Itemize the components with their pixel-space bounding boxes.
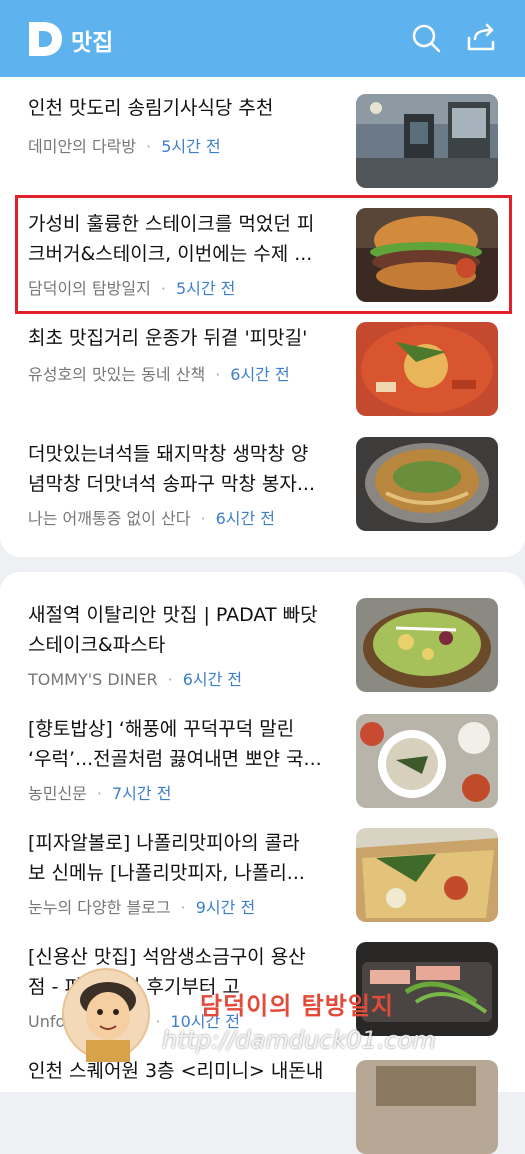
article-time: 6시간 전 <box>230 365 290 384</box>
blog-watermark: 담덕이의 탐방일지 http://damduck01.com <box>62 968 462 1078</box>
article-meta: 눈누의 다양한 블로그 · 9시간 전 <box>28 894 255 918</box>
title-line: 스테이크&파스타 <box>28 634 166 656</box>
article-title[interactable]: 더맛있는녀석들 돼지막창 생막창 양 념막창 더맛녀석 송파구 막창 봉자... <box>28 439 338 499</box>
list-item[interactable]: [향토밥상] ‘해풍에 꾸덕꾸덕 말린 ‘우럭’...전골처럼 끓여내면 뽀얀 … <box>0 714 525 814</box>
title-line: [향토밥상] ‘해풍에 꾸덕꾸덕 말린 <box>28 718 295 740</box>
article-meta: 유성호의 맛있는 동네 산책 · 6시간 전 <box>28 361 290 385</box>
title-line: 더맛있는녀석들 돼지막창 생막창 양 <box>28 443 309 465</box>
article-title[interactable]: 최초 맛집거리 운종가 뒤곁 '피맛길' <box>28 323 338 353</box>
article-time: 7시간 전 <box>111 784 172 803</box>
article-meta: 나는 어깨통증 없이 산다 · 6시간 전 <box>28 505 275 529</box>
watermark-url: http://damduck01.com <box>162 1026 436 1054</box>
separator-dot: · <box>167 670 173 689</box>
article-source: 눈누의 다양한 블로그 <box>28 898 171 917</box>
article-source: 농민신문 <box>28 784 87 803</box>
article-time: 5시간 전 <box>161 137 221 156</box>
title-line: ‘우럭’...전골처럼 끓여내면 뽀얀 국... <box>28 748 322 770</box>
article-title[interactable]: 인천 맛도리 송림기사식당 추천 <box>28 93 338 123</box>
title-line: [피자알볼로] 나폴리맛피아의 콜라 <box>28 832 300 854</box>
separator-dot: · <box>180 898 186 917</box>
article-time: 6시간 전 <box>182 670 243 689</box>
app-header: 맛집 <box>0 0 525 77</box>
separator-dot: · <box>200 509 206 528</box>
title-line: 새절역 이탈리안 맛집 | PADAT 빠닷 <box>28 604 318 626</box>
share-icon[interactable] <box>465 22 497 54</box>
article-meta: 데미안의 다락방 · 5시간 전 <box>28 133 221 157</box>
article-thumbnail[interactable] <box>356 437 498 531</box>
article-thumbnail[interactable] <box>356 828 498 922</box>
list-item[interactable]: 인천 맛도리 송림기사식당 추천 데미안의 다락방 · 5시간 전 <box>0 91 525 191</box>
list-item[interactable]: 새절역 이탈리안 맛집 | PADAT 빠닷 스테이크&파스타 TOMMY'S … <box>0 598 525 700</box>
watermark-name: 담덕이의 탐방일지 <box>200 991 394 1020</box>
page-title: 맛집 <box>71 30 114 56</box>
article-title[interactable]: [향토밥상] ‘해풍에 꾸덕꾸덕 말린 ‘우럭’...전골처럼 끓여내면 뽀얀 … <box>28 714 338 774</box>
article-meta: 농민신문 · 7시간 전 <box>28 780 171 804</box>
list-item[interactable]: [피자알볼로] 나폴리맛피아의 콜라 보 신메뉴 [나폴리맛피자, 나폴리...… <box>0 828 525 928</box>
article-source: 데미안의 다락방 <box>28 137 137 156</box>
search-icon[interactable] <box>410 22 442 54</box>
article-thumbnail[interactable] <box>356 598 498 692</box>
article-time: 6시간 전 <box>215 509 275 528</box>
article-thumbnail[interactable] <box>356 714 498 808</box>
title-line: 최초 맛집거리 운종가 뒤곁 '피맛길' <box>28 327 308 349</box>
article-source: 유성호의 맛있는 동네 산책 <box>28 365 206 384</box>
list-item[interactable]: 더맛있는녀석들 돼지막창 생막창 양 념막창 더맛녀석 송파구 막창 봉자...… <box>0 437 525 547</box>
article-title[interactable]: [피자알볼로] 나폴리맛피아의 콜라 보 신메뉴 [나폴리맛피자, 나폴리... <box>28 828 338 888</box>
article-time: 9시간 전 <box>195 898 256 917</box>
title-line: 념막창 더맛녀석 송파구 막창 봉자... <box>28 473 315 495</box>
title-line: 인천 맛도리 송림기사식당 추천 <box>28 97 274 119</box>
article-thumbnail[interactable] <box>356 94 498 188</box>
article-source: TOMMY'S DINER <box>28 670 158 689</box>
article-source: 나는 어깨통증 없이 산다 <box>28 509 191 528</box>
separator-dot: · <box>96 784 102 803</box>
title-line: 보 신메뉴 [나폴리맛피자, 나폴리... <box>28 862 305 884</box>
character-avatar <box>62 968 150 1062</box>
article-thumbnail[interactable] <box>356 322 498 416</box>
article-meta: TOMMY'S DINER · 6시간 전 <box>28 666 242 690</box>
news-card-1: 인천 맛도리 송림기사식당 추천 데미안의 다락방 · 5시간 전 가성비 훌륭한 … <box>0 77 525 557</box>
separator-dot: · <box>146 137 152 156</box>
separator-dot: · <box>215 365 221 384</box>
article-title[interactable]: 새절역 이탈리안 맛집 | PADAT 빠닷 스테이크&파스타 <box>28 600 338 660</box>
list-item[interactable]: 최초 맛집거리 운종가 뒤곁 '피맛길' 유성호의 맛있는 동네 산책 · 6시간 … <box>0 322 525 423</box>
daum-logo-icon[interactable] <box>27 20 63 58</box>
highlight-box <box>15 195 512 314</box>
